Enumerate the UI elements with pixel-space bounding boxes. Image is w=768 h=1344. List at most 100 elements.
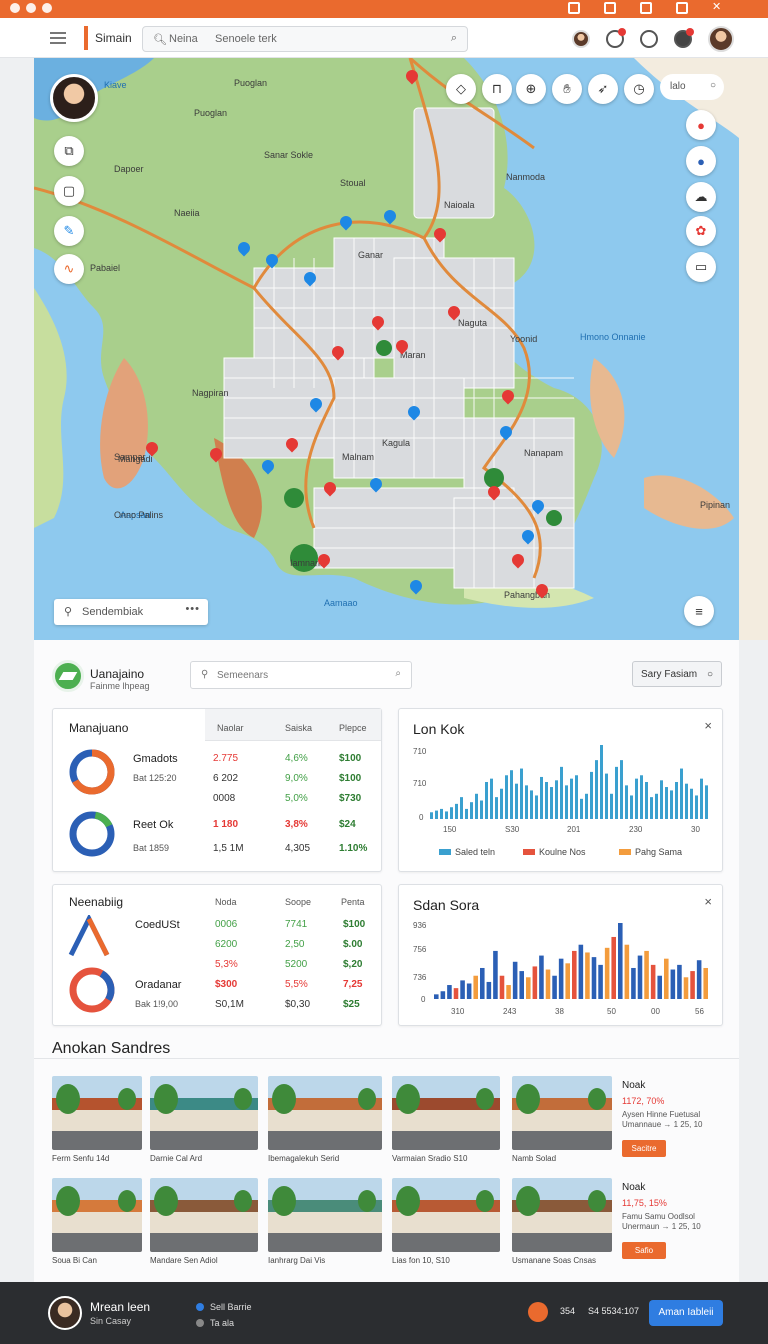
gallery-thumbnail[interactable] (268, 1076, 382, 1150)
bar (650, 964, 656, 999)
map-label: Mangadi (118, 454, 153, 464)
timer-icon[interactable]: ◷ (624, 74, 654, 104)
gallery-thumbnail[interactable] (268, 1178, 382, 1252)
footer-item[interactable]: Sell Barrie (196, 1302, 252, 1312)
bell-icon[interactable] (568, 2, 580, 14)
chat-icon[interactable]: ▭ (686, 252, 716, 282)
gallery-thumbnail[interactable] (512, 1076, 612, 1150)
panel-search-input[interactable]: ⚲ Semeenars ⌕ (190, 661, 412, 689)
maximize-icon[interactable] (676, 2, 688, 14)
gallery-thumbnail[interactable] (392, 1178, 500, 1252)
footer-avatar[interactable] (48, 1296, 82, 1330)
list-toggle-icon[interactable]: ≡ (684, 596, 714, 626)
bar (620, 760, 623, 819)
cell: 0006 (215, 919, 238, 930)
gallery-thumbnail[interactable] (150, 1076, 258, 1150)
donut-chart (69, 967, 115, 1013)
map-label: Naguta (458, 318, 488, 328)
map-edge (739, 58, 768, 640)
battery-icon[interactable] (640, 2, 652, 14)
profile-avatar[interactable] (50, 74, 98, 122)
notification-icon[interactable] (606, 28, 626, 48)
brand-accent (84, 26, 88, 50)
side-card-button[interactable]: Safio (622, 1242, 666, 1259)
gallery-thumbnail[interactable] (52, 1076, 142, 1150)
bird-icon[interactable]: ➶ (588, 74, 618, 104)
gallery-thumbnail[interactable] (512, 1178, 612, 1252)
close-icon[interactable]: × (704, 894, 712, 909)
bar (539, 955, 544, 999)
row-label: Oradanar (135, 979, 182, 991)
map-top-search[interactable]: lalo ○ (660, 74, 724, 100)
window-dot-1[interactable] (10, 3, 20, 13)
window-dot-3[interactable] (42, 3, 52, 13)
edit-icon[interactable]: ✎ (54, 216, 84, 246)
map-label: Yoonid (510, 334, 538, 344)
bar (645, 782, 648, 819)
search-input[interactable]: 🔍︎ Neina Senoele terk ⌕ (142, 26, 468, 52)
bar (434, 994, 439, 999)
bar (500, 788, 503, 819)
column-header: Soope (285, 897, 312, 907)
footer-action-button[interactable]: Aman Iableii (649, 1300, 723, 1326)
settings-icon[interactable] (640, 30, 658, 48)
bar (460, 980, 465, 999)
route-icon[interactable]: ∿ (54, 254, 84, 284)
blue-pin-icon[interactable]: ● (686, 146, 716, 176)
panel-button-label: Sary Fasiam (641, 669, 698, 680)
poi-icon[interactable]: ✿ (686, 216, 716, 246)
card-title: Lon Kok (413, 721, 465, 737)
menu-icon[interactable] (50, 32, 66, 44)
red-pin-icon[interactable]: ● (686, 110, 716, 140)
frame-icon[interactable]: ▢ (54, 176, 84, 206)
footer-item-label: Sell Barrie (210, 1302, 252, 1312)
footer-item[interactable]: Ta ala (196, 1318, 234, 1328)
bar (600, 745, 603, 819)
cloud-icon[interactable]: ☁︎ (686, 182, 716, 212)
shape-icon[interactable]: ◇ (446, 74, 476, 104)
alert-icon[interactable] (674, 28, 694, 48)
side-card-title: Noak (622, 1080, 646, 1091)
row-sub: Bak 1!9,00 (135, 999, 179, 1009)
close-icon[interactable]: ✕ (712, 2, 724, 14)
column-header: Penta (341, 897, 365, 907)
more-icon[interactable]: ••• (185, 603, 200, 615)
contact-avatar[interactable] (572, 30, 590, 48)
bar (655, 793, 658, 819)
gallery-thumbnail[interactable] (150, 1178, 258, 1252)
locate-icon[interactable]: ⊕ (516, 74, 546, 104)
hand-icon[interactable]: ✋︎ (552, 74, 582, 104)
gallery-thumbnail[interactable] (52, 1178, 142, 1252)
column-header: Saiska (285, 723, 313, 733)
bar (610, 793, 613, 819)
bar (696, 960, 702, 999)
gallery-thumbnail[interactable] (392, 1076, 500, 1150)
bar (480, 967, 485, 999)
search-icon[interactable]: ⌕ (395, 668, 401, 679)
user-avatar[interactable] (708, 26, 734, 52)
map-search-placeholder: Sendembiak (82, 606, 144, 618)
legend-label: Pahg Sama (635, 847, 683, 857)
search-submit-icon[interactable]: ⌕ (451, 32, 457, 45)
window-dot-2[interactable] (26, 3, 36, 13)
layers-icon[interactable]: ⧉ (54, 136, 84, 166)
x-tick: 38 (555, 1007, 564, 1016)
record-icon[interactable] (528, 1302, 548, 1322)
side-card-price: 1172, 70% (622, 1096, 665, 1106)
map-top-search-text: lalo (670, 81, 686, 92)
site-logo[interactable] (52, 660, 84, 692)
side-card-button[interactable]: Sacitre (622, 1140, 666, 1157)
search-scope[interactable]: Neina (169, 33, 198, 45)
map-search-input[interactable]: ⚲ Sendembiak ••• (54, 599, 208, 625)
map-view[interactable]: Kiave Puoglan Puoglan Sanar Sokle Dapoer… (34, 58, 739, 640)
cell: 2,50 (285, 939, 305, 950)
wifi-icon[interactable] (604, 2, 616, 14)
close-icon[interactable]: × (704, 718, 712, 733)
chart-card-1: Lon Kok × 710 710 0 150 S30 201 230 30 S… (398, 708, 723, 872)
cell: 4,305 (285, 843, 311, 854)
x-tick: 230 (629, 825, 643, 834)
map-label: Kagula (382, 438, 411, 448)
panel-action-button[interactable]: Sary Fasiam ○ (632, 661, 722, 687)
bookmark-icon[interactable]: ⊓ (482, 74, 512, 104)
brand-name[interactable]: Simain (95, 31, 132, 45)
